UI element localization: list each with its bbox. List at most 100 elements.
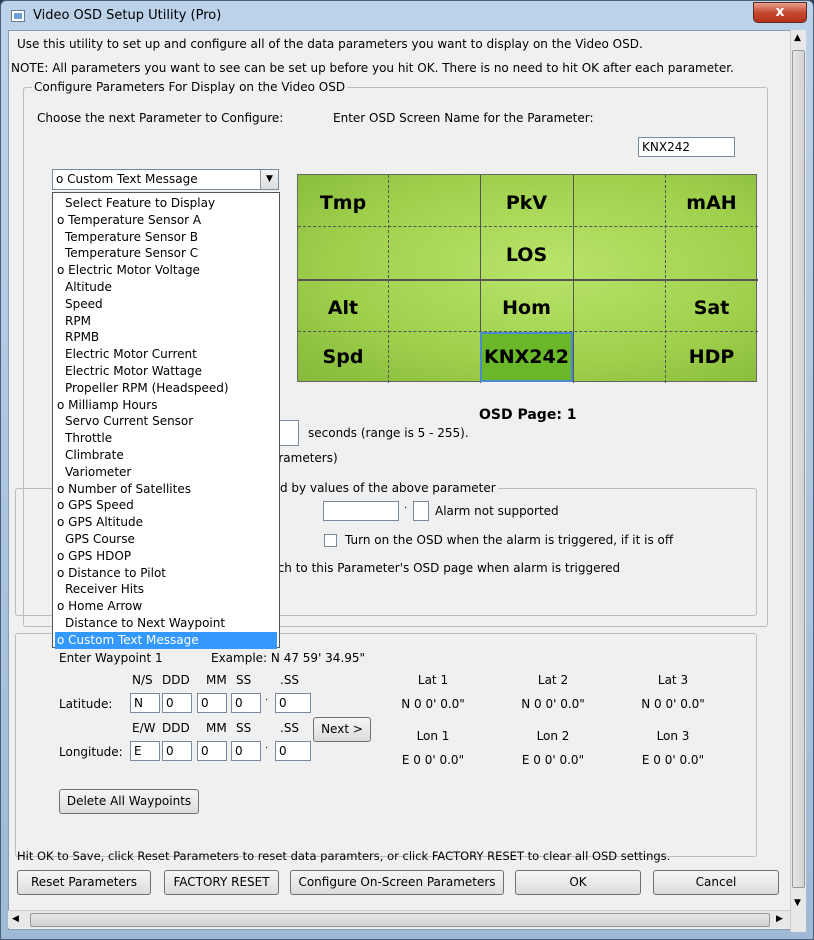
dropdown-option[interactable]: RPM (55, 313, 277, 330)
dropdown-option[interactable]: Speed (55, 296, 277, 313)
dropdown-option[interactable]: Electric Motor Wattage (55, 363, 277, 380)
alarm-decimal-input[interactable] (413, 501, 429, 521)
horizontal-scroll-thumb[interactable] (30, 913, 770, 927)
close-button[interactable]: x (753, 2, 807, 23)
osd-cell-los[interactable]: LOS (480, 231, 573, 279)
lon-header-fss: .SS (280, 721, 300, 735)
dropdown-option[interactable]: o GPS Speed (55, 497, 277, 514)
lat-ss-input[interactable]: 0 (231, 693, 261, 713)
osd-cell-sat[interactable]: Sat (665, 284, 758, 332)
lat-1-value: N 0 0' 0.0" (401, 697, 465, 711)
lat-2-value: N 0 0' 0.0" (521, 697, 585, 711)
dropdown-option[interactable]: o Milliamp Hours (55, 397, 277, 414)
lon-mm-input[interactable]: 0 (197, 741, 227, 761)
waypoint-example-label: Example: N 47 59' 34.95" (211, 651, 366, 665)
dropdown-option[interactable]: Electric Motor Current (55, 346, 277, 363)
dropdown-option[interactable]: RPMB (55, 329, 277, 346)
factory-reset-button[interactable]: FACTORY RESET (164, 870, 279, 895)
alarm-value-input[interactable] (323, 501, 399, 521)
osd-cell-tmp[interactable]: Tmp (298, 179, 388, 227)
lon-decimal-dot: · (265, 743, 269, 754)
lon-header-ew: E/W (132, 721, 156, 735)
osd-grid-line (298, 279, 758, 281)
dropdown-option[interactable]: Receiver Hits (55, 581, 277, 598)
osd-preview[interactable]: Tmp PkV mAH LOS Alt Hom Sat Spd KNX242 H… (297, 174, 758, 383)
lon-header-mm: MM (206, 721, 227, 735)
scroll-right-icon[interactable]: ▶ (776, 914, 783, 924)
lon-3-label: Lon 3 (656, 729, 690, 743)
lat-header-ss: SS (236, 673, 252, 687)
lat-header-ns: N/S (132, 673, 153, 687)
osd-cell-alt[interactable]: Alt (298, 284, 388, 332)
osd-cell-spd[interactable]: Spd (298, 333, 388, 381)
osd-cell-mah[interactable]: mAH (665, 179, 758, 227)
dropdown-option[interactable]: o Distance to Pilot (55, 565, 277, 582)
dropdown-option[interactable]: o Number of Satellites (55, 481, 277, 498)
lon-1-label: Lon 1 (416, 729, 450, 743)
scroll-down-icon[interactable]: ▼ (794, 898, 801, 908)
parameter-dropdown[interactable]: o Custom Text Message ▼ (52, 169, 279, 190)
lat-2-label: Lat 2 (537, 673, 569, 687)
alarm-groupbox-title: d by values of the above parameter (278, 481, 498, 495)
dropdown-option[interactable]: Select Feature to Display (55, 195, 277, 212)
osd-page-label: OSD Page: 1 (479, 407, 577, 423)
title-bar[interactable]: Video OSD Setup Utility (Pro) x (1, 1, 813, 31)
delete-all-waypoints-button[interactable]: Delete All Waypoints (59, 789, 199, 814)
lon-ddd-input[interactable]: 0 (162, 741, 192, 761)
lat-ddd-input[interactable]: 0 (162, 693, 192, 713)
dropdown-option[interactable]: Temperature Sensor B (55, 229, 277, 246)
lat-1-label: Lat 1 (417, 673, 449, 687)
reset-parameters-button[interactable]: Reset Parameters (17, 870, 151, 895)
dropdown-option[interactable]: o GPS HDOP (55, 548, 277, 565)
dropdown-option[interactable]: Propeller RPM (Headspeed) (55, 380, 277, 397)
horizontal-scrollbar[interactable]: ◀ ▶ (8, 910, 790, 928)
dropdown-option[interactable]: o Home Arrow (55, 598, 277, 615)
configure-on-screen-button[interactable]: Configure On-Screen Parameters (290, 870, 504, 895)
osd-cell-hdp[interactable]: HDP (665, 333, 758, 381)
chevron-down-icon[interactable]: ▼ (260, 170, 278, 189)
turn-on-osd-checkbox[interactable] (324, 534, 337, 547)
ok-button[interactable]: OK (515, 870, 641, 895)
window-title: Video OSD Setup Utility (Pro) (33, 8, 222, 23)
lon-ss-input[interactable]: 0 (231, 741, 261, 761)
dropdown-option[interactable]: Temperature Sensor C (55, 245, 277, 262)
cancel-button[interactable]: Cancel (653, 870, 779, 895)
osd-cell-pkv[interactable]: PkV (480, 179, 573, 227)
screen-name-input[interactable]: KNX242 (638, 137, 735, 157)
lat-mm-input[interactable]: 0 (197, 693, 227, 713)
dropdown-option[interactable]: Servo Current Sensor (55, 413, 277, 430)
footer-hint: Hit OK to Save, click Reset Parameters t… (17, 849, 671, 863)
scroll-up-icon[interactable]: ▲ (794, 33, 801, 43)
dropdown-option[interactable]: Climbrate (55, 447, 277, 464)
dropdown-option[interactable]: Distance to Next Waypoint (55, 615, 277, 632)
dropdown-option[interactable]: o Electric Motor Voltage (55, 262, 277, 279)
enter-waypoint-label: Enter Waypoint 1 (59, 651, 163, 665)
dropdown-option[interactable]: Variometer (55, 464, 277, 481)
lat-ns-input[interactable]: N (130, 693, 160, 713)
osd-cell-custom-text[interactable]: KNX242 (480, 332, 573, 382)
dropdown-option[interactable]: Altitude (55, 279, 277, 296)
alarm-status-text: Alarm not supported (435, 504, 559, 518)
screen-name-label: Enter OSD Screen Name for the Parameter: (333, 111, 594, 125)
config-groupbox-title: Configure Parameters For Display on the … (32, 80, 348, 94)
osd-cell-hom[interactable]: Hom (480, 284, 573, 332)
dropdown-option[interactable]: Throttle (55, 430, 277, 447)
scroll-left-icon[interactable]: ◀ (12, 914, 19, 924)
vertical-scroll-thumb[interactable] (792, 50, 805, 888)
dropdown-option[interactable]: o Temperature Sensor A (55, 212, 277, 229)
dropdown-option[interactable]: GPS Course (55, 531, 277, 548)
lat-fss-input[interactable]: 0 (275, 693, 311, 713)
lat-3-value: N 0 0' 0.0" (641, 697, 705, 711)
lat-header-mm: MM (206, 673, 227, 687)
vertical-scrollbar[interactable]: ▲ ▼ (790, 30, 806, 932)
lon-1-value: E 0 0' 0.0" (401, 753, 465, 767)
dropdown-option[interactable]: o GPS Altitude (55, 514, 277, 531)
turn-on-osd-label: Turn on the OSD when the alarm is trigge… (345, 533, 674, 547)
parameter-dropdown-list[interactable]: Select Feature to Display o Temperature S… (52, 192, 280, 649)
lon-fss-input[interactable]: 0 (275, 741, 311, 761)
parameter-dropdown-value: o Custom Text Message (56, 172, 198, 186)
lon-ew-input[interactable]: E (130, 741, 160, 761)
next-waypoint-button[interactable]: Next > (313, 717, 371, 742)
seconds-input[interactable] (279, 420, 299, 446)
dropdown-option[interactable]: o Custom Text Message (55, 631, 277, 649)
